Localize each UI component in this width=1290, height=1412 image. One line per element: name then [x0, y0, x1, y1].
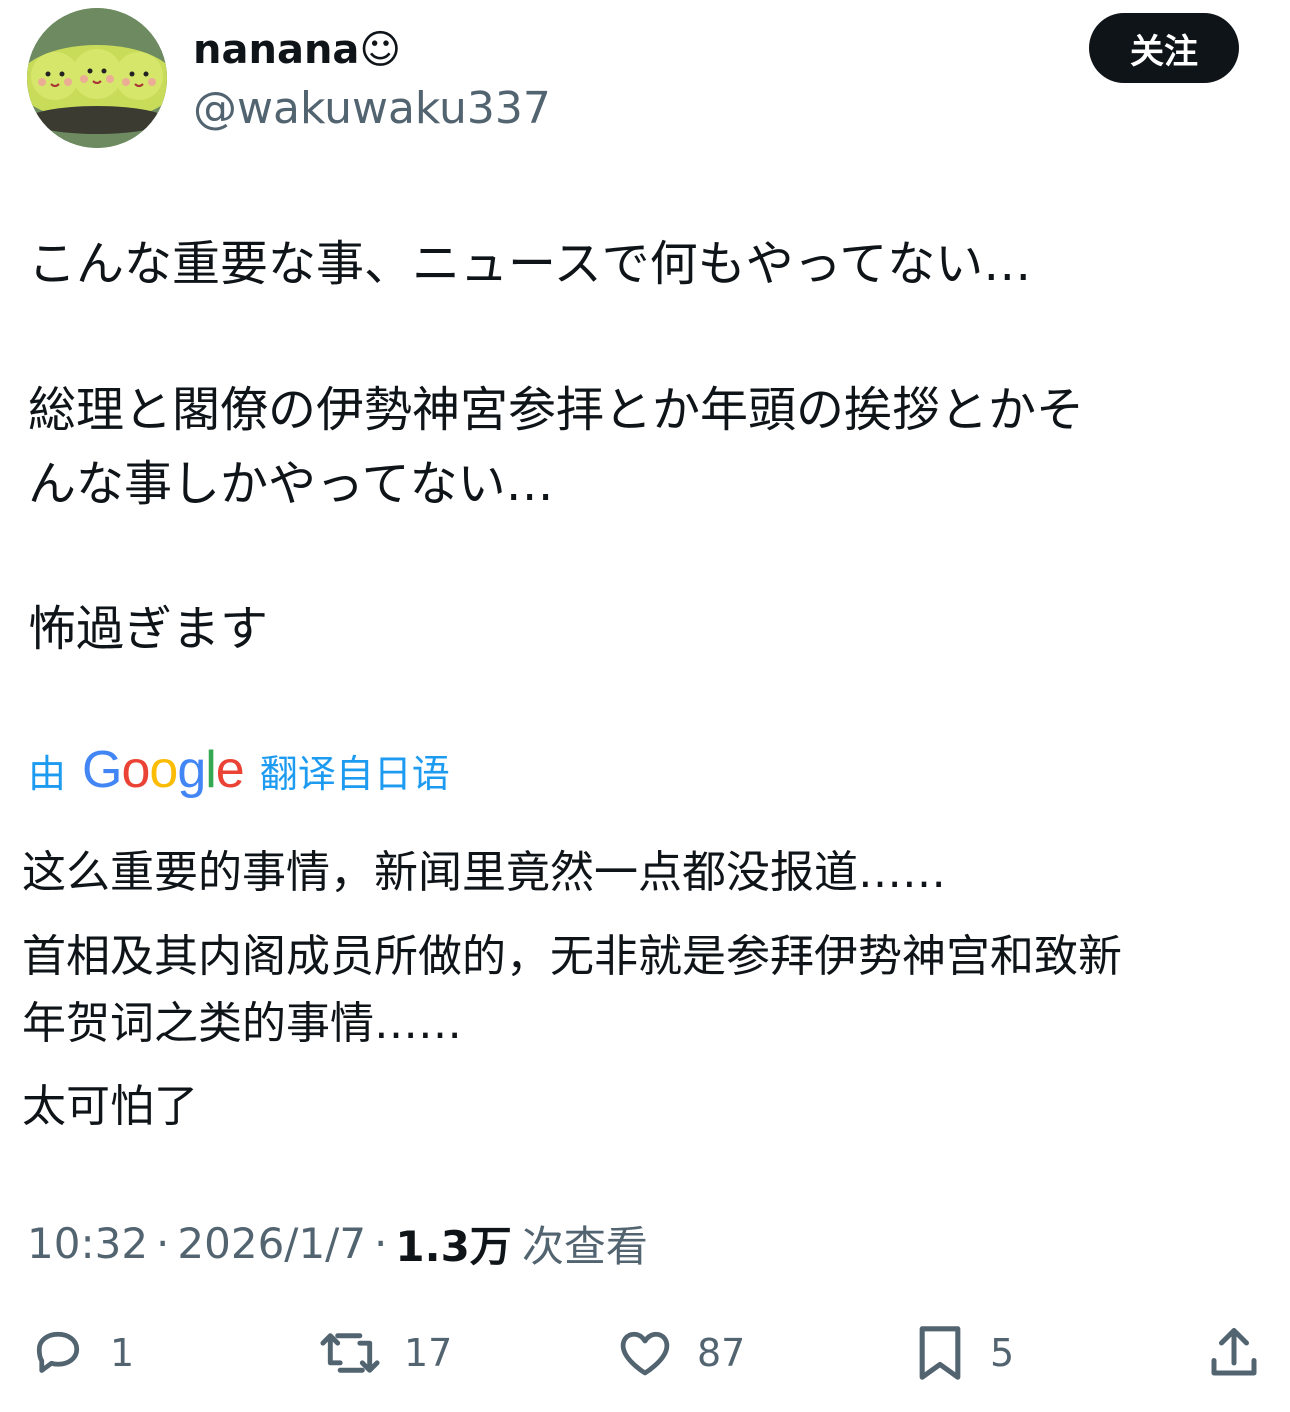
retweet-button[interactable]: 17 — [318, 1318, 452, 1388]
heart-icon — [620, 1331, 670, 1376]
translated-from-label: 翻译自日语 — [259, 751, 450, 796]
meta-separator: · — [374, 1218, 388, 1268]
follow-button[interactable]: 关注 — [1089, 13, 1239, 83]
share-button[interactable] — [1204, 1318, 1264, 1388]
translated-text-line: 首相及其内阁成员所做的，无非就是参拜伊势神宫和致新 — [22, 931, 1122, 982]
google-logo: Google — [82, 741, 245, 799]
avatar[interactable] — [27, 8, 167, 148]
retweet-icon — [320, 1333, 380, 1373]
bookmark-icon — [919, 1326, 961, 1380]
tweet-date[interactable]: 2026/1/7 — [177, 1219, 366, 1268]
tweet-text-line: こんな重要な事、ニュースで何もやってない… — [28, 236, 1032, 292]
pea-pod-avatar-image — [27, 8, 167, 148]
retweet-count: 17 — [404, 1331, 453, 1375]
reply-count: 1 — [110, 1331, 135, 1375]
tweet-time[interactable]: 10:32 — [27, 1219, 148, 1268]
views-count: 1.3万 — [395, 1221, 512, 1271]
tweet-text-line: 総理と閣僚の伊勢神宮参拝とか年頭の挨拶とかそ — [28, 382, 1085, 438]
tweet-text-line: 怖過ぎます — [28, 601, 269, 657]
tweet-text-line: んな事しかやってない… — [28, 456, 554, 512]
translated-by-label: 由 — [28, 751, 67, 796]
user-handle[interactable]: @wakuwaku337 — [193, 83, 551, 135]
translation-attribution[interactable]: 由 Google 翻译自日语 — [28, 740, 450, 800]
views-label: 次查看 — [521, 1221, 648, 1271]
like-count: 87 — [697, 1331, 746, 1375]
share-icon — [1211, 1328, 1257, 1376]
bookmark-button[interactable]: 5 — [912, 1318, 1014, 1388]
translated-text-line: 太可怕了 — [22, 1081, 198, 1132]
reply-button[interactable]: 1 — [28, 1318, 134, 1388]
display-name[interactable]: nanana☺ — [193, 24, 401, 76]
like-button[interactable]: 87 — [615, 1318, 745, 1388]
meta-separator: · — [156, 1218, 170, 1268]
tweet-meta: 10:32 · 2026/1/7 · 1.3万 次查看 — [27, 1214, 648, 1272]
translated-text-line: 年贺词之类的事情…… — [22, 998, 462, 1049]
translated-text-line: 这么重要的事情，新闻里竟然一点都没报道…… — [22, 847, 946, 898]
bookmark-count: 5 — [990, 1331, 1015, 1375]
reply-icon — [36, 1331, 80, 1373]
